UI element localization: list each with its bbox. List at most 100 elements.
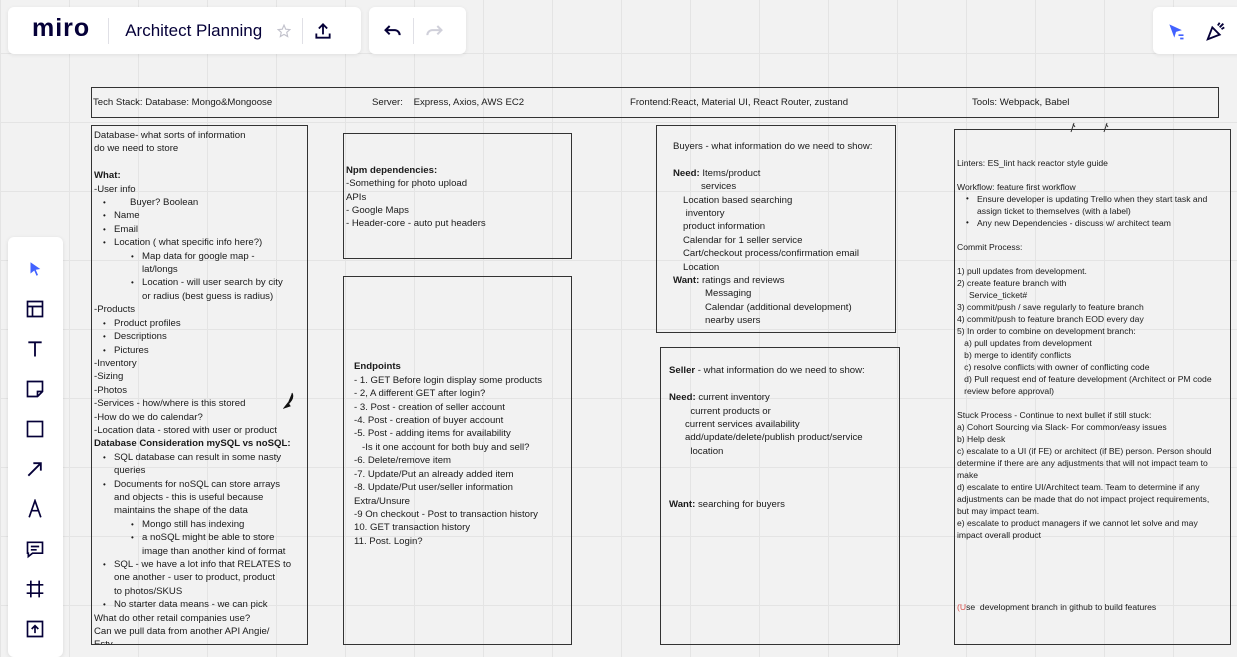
connection-arrow-icon[interactable] <box>15 449 55 489</box>
note-line-bold: Endpoints <box>354 361 401 373</box>
note-line: No starter data means - we can pick <box>94 598 305 612</box>
note-npm-dependencies[interactable]: Npm dependencies: -Something for photo up… <box>343 133 572 259</box>
note-line: (Use development branch in github to bui… <box>957 601 1228 613</box>
note-line-text: -8. Update/Put user/seller information <box>354 482 513 494</box>
cursor-follow-icon[interactable] <box>1156 11 1196 51</box>
note-line: 5) In order to combine on development br… <box>957 325 1228 337</box>
note-line <box>354 320 569 333</box>
star-icon[interactable] <box>272 11 296 51</box>
note-line: 4) commit/push to feature branch EOD eve… <box>957 313 1228 325</box>
note-line-text <box>354 294 357 305</box>
note-line-text: maintains the shape of the data <box>114 505 248 517</box>
note-line-text: adjustments can be made that do not impa… <box>957 494 1210 504</box>
note-line: Buyers - what information do we need to … <box>673 140 895 153</box>
frame-icon[interactable] <box>15 569 55 609</box>
note-line-text <box>957 134 959 144</box>
templates-icon[interactable] <box>15 289 55 329</box>
note-line: Email <box>94 223 305 237</box>
note-line-text: - what information do we need to show: <box>695 365 865 377</box>
note-line: -Inventory <box>94 357 305 370</box>
note-line <box>957 397 1228 409</box>
note-line: a) Cohort Sourcing via Slack- For common… <box>957 421 1228 433</box>
shape-rectangle-icon[interactable] <box>15 409 55 449</box>
note-line-text <box>957 578 959 588</box>
note-line: 1) pull updates from development. <box>957 265 1228 277</box>
note-line-text <box>354 281 357 292</box>
note-line-bold: Want: <box>673 275 702 287</box>
note-line-text: Name <box>114 210 140 222</box>
upload-icon[interactable] <box>15 609 55 649</box>
note-line-text: Workflow: feature first workflow <box>957 182 1076 192</box>
note-line-text <box>669 486 672 497</box>
note-line: Need: current inventory <box>669 391 897 404</box>
note-buyers[interactable]: Buyers - what information do we need to … <box>656 125 896 333</box>
note-line: Buyer? Boolean <box>94 196 305 210</box>
note-line <box>957 229 1228 241</box>
note-line-bold: Need: <box>669 392 699 404</box>
note-line: Want: ratings and reviews <box>673 274 895 287</box>
note-line-text: Linters: ES_lint hack reactor style guid… <box>957 158 1108 168</box>
note-line: -6. Delete/remove item <box>354 454 569 467</box>
text-icon[interactable] <box>15 329 55 369</box>
note-line-text <box>669 459 672 470</box>
undo-icon[interactable] <box>373 11 413 51</box>
note-line: d) escalate to entire UI/Architect team.… <box>957 481 1228 493</box>
note-process[interactable]: Linters: ES_lint hack reactor style guid… <box>954 129 1231 645</box>
note-line <box>673 153 895 166</box>
note-line-text: se development branch in github to build… <box>966 602 1157 612</box>
select-cursor-icon[interactable] <box>15 249 55 289</box>
comment-icon[interactable] <box>15 529 55 569</box>
note-line <box>669 472 897 485</box>
note-line: -4. Post - creation of buyer account <box>354 414 569 427</box>
note-line: impact overall product <box>957 529 1228 541</box>
note-line <box>354 280 569 293</box>
note-line: -How do we do calendar? <box>94 411 305 424</box>
note-line: Seller - what information do we need to … <box>669 364 897 377</box>
note-line-text <box>354 348 357 359</box>
note-line: maintains the shape of the data <box>94 504 305 517</box>
note-line: Mongo still has indexing <box>94 518 305 532</box>
note-line: to photos/SKUS <box>94 585 305 598</box>
note-line: -Photos <box>94 384 305 397</box>
note-line: - 3. Post - creation of seller account <box>354 401 569 414</box>
note-line: 11. Post. Login? <box>354 535 569 548</box>
note-line: Calendar for 1 seller service <box>673 234 895 247</box>
note-line: Database- what sorts of information <box>94 129 305 142</box>
note-seller[interactable]: Seller - what information do we need to … <box>660 347 900 645</box>
collaboration-panel <box>1153 7 1237 54</box>
note-line <box>669 351 897 364</box>
note-line-text: e) escalate to product managers if we ca… <box>957 518 1198 528</box>
note-endpoints[interactable]: Endpoints - 1. GET Before login display s… <box>343 276 572 645</box>
note-database[interactable]: Database- what sorts of information do we… <box>91 125 308 645</box>
note-line: make <box>957 469 1228 481</box>
note-line-text: current inventory <box>698 392 770 404</box>
note-line-text: Items/product <box>702 167 761 179</box>
note-line <box>346 137 569 150</box>
board-title[interactable]: Architect Planning <box>109 21 272 41</box>
note-line-text: 5) In order to combine on development br… <box>957 326 1136 336</box>
sticky-note-icon[interactable] <box>15 369 55 409</box>
note-line-text <box>346 138 349 149</box>
note-line-text <box>346 151 349 162</box>
note-line: nearby users <box>673 314 895 327</box>
note-line: SQL database can result in some nasty <box>94 451 305 465</box>
note-line: -9 On checkout - Post to transaction his… <box>354 508 569 521</box>
note-line <box>957 553 1228 565</box>
miro-logo[interactable]: miro <box>8 14 108 47</box>
note-line-text: or radius (best guess is radius) <box>142 290 274 302</box>
celebrate-icon[interactable] <box>1196 11 1236 51</box>
share-upload-icon[interactable] <box>303 11 343 51</box>
note-line-text: location <box>669 445 724 457</box>
note-line-text <box>957 398 959 408</box>
note-line-text: Stuck Process - Continue to next bullet … <box>957 410 1152 420</box>
note-line-text <box>957 170 959 180</box>
note-line-text <box>354 321 357 332</box>
note-line <box>354 293 569 306</box>
note-line-bold: Npm dependencies: <box>346 164 438 176</box>
cursor-arrow-mark <box>283 392 294 409</box>
pen-icon[interactable] <box>15 489 55 529</box>
redo-icon[interactable] <box>414 11 454 51</box>
note-line-text: nearby users <box>705 315 761 327</box>
tech-stack-frame[interactable]: Tech Stack: Database: Mongo&Mongoose Ser… <box>91 87 1219 118</box>
note-line-red: (U <box>957 602 967 612</box>
